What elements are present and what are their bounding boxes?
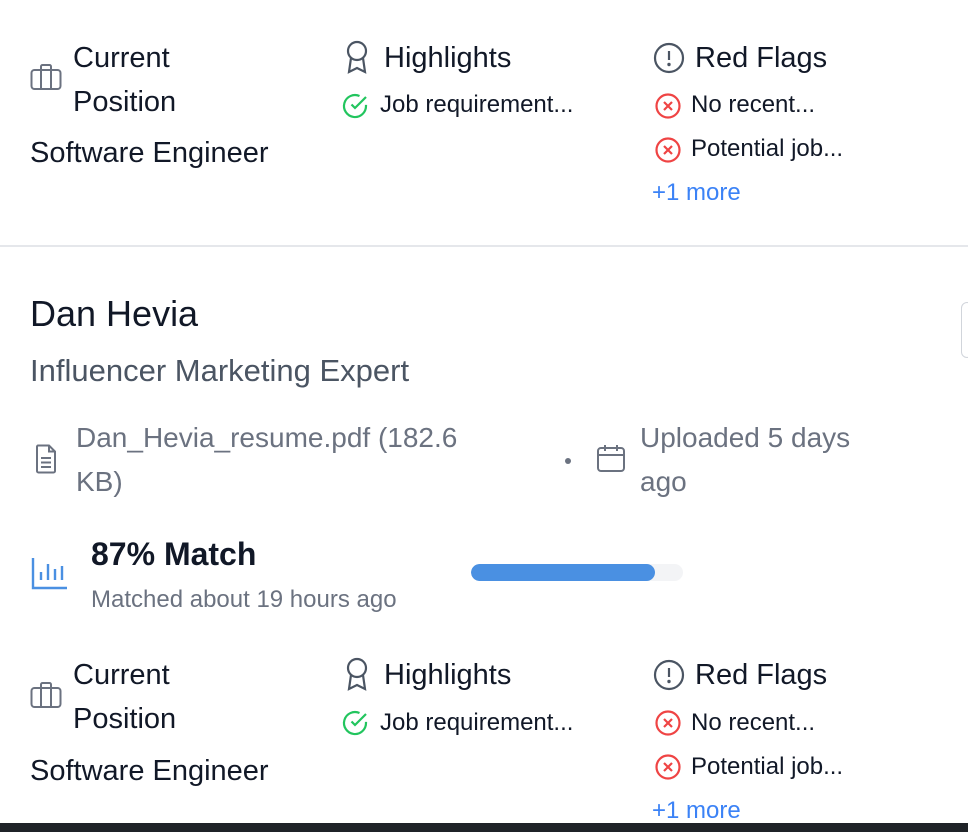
calendar-icon: [597, 445, 625, 472]
bottom-bar: [0, 823, 968, 832]
x-circle-icon: [655, 710, 681, 736]
award-icon: [346, 657, 368, 691]
highlight-item: Job requirement...: [380, 709, 574, 736]
title-line: Current: [73, 42, 170, 74]
check-circle-icon: [342, 93, 368, 119]
red-flag-item: No recent...: [691, 91, 816, 118]
x-circle-icon: [655, 137, 681, 163]
red-flags-title: Red Flags: [695, 659, 828, 691]
current-position-title: Current Position: [73, 36, 176, 124]
bar-chart-icon: [31, 558, 67, 590]
current-position-value: Software Engineer: [30, 137, 269, 169]
side-scroll-handle[interactable]: [961, 302, 968, 358]
title-line: Position: [73, 703, 177, 735]
alert-circle-icon: [653, 42, 685, 74]
more-red-flags-link[interactable]: +1 more: [652, 179, 741, 207]
uploaded-line: Uploaded 5 days: [640, 422, 851, 453]
match-progress-fill: [471, 564, 656, 581]
red-flag-item: Potential job...: [691, 135, 844, 162]
briefcase-icon: [30, 682, 62, 708]
red-flags-title: Red Flags: [695, 42, 828, 74]
more-red-flags-link[interactable]: +1 more: [652, 797, 741, 825]
resume-file-link[interactable]: Dan_Hevia_resume.pdf (182.6 KB): [76, 416, 457, 504]
resume-file-name: Dan_Hevia_resume.pdf (182.6: [76, 422, 458, 453]
alert-circle-icon: [653, 659, 685, 691]
match-progress-bar: [471, 564, 683, 581]
document-icon: [36, 444, 56, 474]
x-circle-icon: [655, 93, 681, 119]
award-icon: [346, 40, 368, 74]
separator-dot: [565, 458, 571, 464]
match-score: 87% Match: [91, 536, 257, 572]
resume-file-size: KB): [76, 466, 123, 497]
red-flag-item: No recent...: [691, 709, 816, 736]
red-flag-item: Potential job...: [691, 753, 844, 780]
highlight-item: Job requirement...: [380, 91, 574, 118]
uploaded-line: ago: [640, 466, 687, 497]
candidate-role: Influencer Marketing Expert: [30, 353, 410, 388]
highlights-title: Highlights: [384, 659, 512, 691]
current-position-title: Current Position: [73, 653, 176, 741]
title-line: Position: [73, 86, 177, 118]
check-circle-icon: [342, 710, 368, 736]
matched-time: Matched about 19 hours ago: [91, 586, 397, 613]
uploaded-date: Uploaded 5 days ago: [640, 416, 850, 504]
title-line: Current: [73, 659, 170, 691]
candidate-name[interactable]: Dan Hevia: [30, 293, 198, 335]
briefcase-icon: [30, 64, 62, 90]
x-circle-icon: [655, 754, 681, 780]
card-divider: [0, 245, 968, 247]
highlights-title: Highlights: [384, 42, 512, 74]
current-position-value: Software Engineer: [30, 755, 269, 787]
